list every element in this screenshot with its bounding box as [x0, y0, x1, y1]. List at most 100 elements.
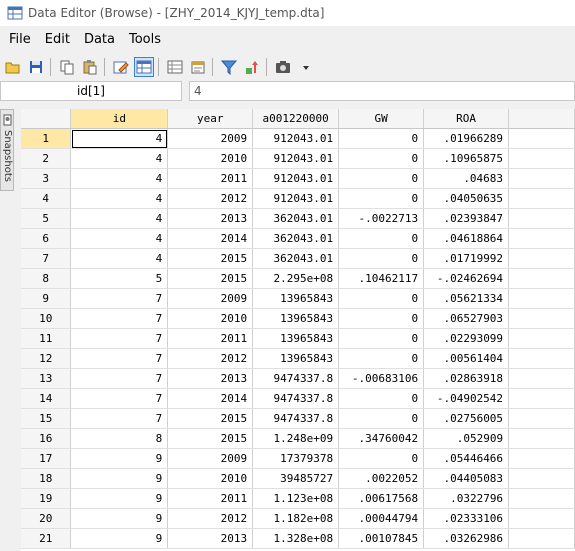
browse-mode-button[interactable] — [134, 57, 154, 77]
cell-a001220000[interactable]: 9474337.8 — [252, 368, 340, 389]
cell-value-field[interactable]: 4 — [189, 81, 575, 101]
cell-a001220000[interactable]: 1.328e+08 — [252, 528, 340, 549]
cell-a001220000[interactable]: 13965843 — [252, 288, 340, 309]
cell-id[interactable]: 4 — [70, 208, 169, 229]
row-number[interactable]: 2 — [21, 148, 72, 169]
row-number[interactable]: 18 — [21, 468, 72, 489]
cell-a001220000[interactable]: 362043.01 — [252, 248, 340, 269]
cell-id[interactable]: 9 — [70, 528, 169, 549]
edit-mode-button[interactable] — [111, 57, 131, 77]
cell-roa[interactable]: .01719992 — [423, 248, 510, 269]
cell-roa[interactable]: .02393847 — [423, 208, 510, 229]
cell-empty[interactable] — [508, 328, 575, 349]
row-number[interactable]: 5 — [21, 208, 72, 229]
cell-empty[interactable] — [508, 268, 575, 289]
row-number[interactable]: 4 — [21, 188, 72, 209]
cell-id[interactable]: 5 — [70, 268, 169, 289]
cell-roa[interactable]: .10965875 — [423, 148, 510, 169]
menu-tools[interactable]: Tools — [120, 32, 166, 47]
column-header-id[interactable]: id — [70, 109, 169, 129]
cell-roa[interactable]: .01966289 — [423, 128, 510, 149]
row-number[interactable]: 10 — [21, 308, 72, 329]
cell-id[interactable]: 9 — [70, 508, 169, 529]
cell-roa[interactable]: .04405083 — [423, 468, 510, 489]
cell-empty[interactable] — [508, 188, 575, 209]
row-number[interactable]: 8 — [21, 268, 72, 289]
row-number[interactable]: 14 — [21, 388, 72, 409]
cell-gw[interactable]: 0 — [338, 128, 425, 149]
cell-empty[interactable] — [508, 428, 575, 449]
cell-gw[interactable]: 0 — [338, 448, 425, 469]
column-header-empty[interactable] — [508, 109, 575, 129]
dropdown-arrow-button[interactable] — [296, 57, 316, 77]
cell-gw[interactable]: 0 — [338, 328, 425, 349]
row-number[interactable]: 19 — [21, 488, 72, 509]
cell-empty[interactable] — [508, 388, 575, 409]
column-header-year[interactable]: year — [167, 109, 254, 129]
row-number[interactable]: 1 — [21, 128, 72, 149]
cell-empty[interactable] — [508, 228, 575, 249]
snapshot-button[interactable] — [273, 57, 293, 77]
cell-empty[interactable] — [508, 168, 575, 189]
cell-year[interactable]: 2013 — [167, 208, 254, 229]
open-button[interactable] — [3, 57, 23, 77]
cell-gw[interactable]: 0 — [338, 288, 425, 309]
cell-year[interactable]: 2010 — [167, 308, 254, 329]
cell-year[interactable]: 2015 — [167, 248, 254, 269]
cell-roa[interactable]: .052909 — [423, 428, 510, 449]
cell-a001220000[interactable]: 39485727 — [252, 468, 340, 489]
cell-gw[interactable]: 0 — [338, 408, 425, 429]
cell-roa[interactable]: .0322796 — [423, 488, 510, 509]
cell-roa[interactable]: .02293099 — [423, 328, 510, 349]
cell-empty[interactable] — [508, 528, 575, 549]
cell-id[interactable]: 9 — [70, 488, 169, 509]
cell-gw[interactable]: .00107845 — [338, 528, 425, 549]
cell-empty[interactable] — [508, 468, 575, 489]
cell-year[interactable]: 2012 — [167, 508, 254, 529]
cell-a001220000[interactable]: 9474337.8 — [252, 388, 340, 409]
cell-id[interactable]: 7 — [70, 308, 169, 329]
cell-id[interactable]: 4 — [70, 168, 169, 189]
cell-empty[interactable] — [508, 148, 575, 169]
row-number[interactable]: 20 — [21, 508, 72, 529]
cell-reference-box[interactable]: id[1] — [0, 81, 182, 101]
cell-a001220000[interactable]: 2.295e+08 — [252, 268, 340, 289]
cell-year[interactable]: 2013 — [167, 528, 254, 549]
cell-empty[interactable] — [508, 368, 575, 389]
cell-year[interactable]: 2009 — [167, 288, 254, 309]
cell-year[interactable]: 2011 — [167, 488, 254, 509]
cell-roa[interactable]: .02756005 — [423, 408, 510, 429]
cell-a001220000[interactable]: 13965843 — [252, 348, 340, 369]
cell-gw[interactable]: 0 — [338, 228, 425, 249]
cell-empty[interactable] — [508, 408, 575, 429]
row-number[interactable]: 9 — [21, 288, 72, 309]
cell-year[interactable]: 2015 — [167, 268, 254, 289]
cell-id[interactable]: 9 — [70, 448, 169, 469]
filter-button[interactable] — [219, 57, 239, 77]
cell-year[interactable]: 2009 — [167, 128, 254, 149]
cell-id[interactable]: 4 — [70, 228, 169, 249]
column-header-roa[interactable]: ROA — [423, 109, 510, 129]
cell-roa[interactable]: .04050635 — [423, 188, 510, 209]
cell-a001220000[interactable]: 912043.01 — [252, 168, 340, 189]
cell-roa[interactable]: -.04902542 — [423, 388, 510, 409]
cell-roa[interactable]: .02333106 — [423, 508, 510, 529]
cell-empty[interactable] — [508, 128, 575, 149]
cell-roa[interactable]: .04683 — [423, 168, 510, 189]
cell-a001220000[interactable]: 912043.01 — [252, 128, 340, 149]
cell-year[interactable]: 2015 — [167, 428, 254, 449]
row-number[interactable]: 6 — [21, 228, 72, 249]
cell-year[interactable]: 2010 — [167, 468, 254, 489]
cell-gw[interactable]: -.00683106 — [338, 368, 425, 389]
cell-gw[interactable]: -.0022713 — [338, 208, 425, 229]
cell-id[interactable]: 7 — [70, 328, 169, 349]
cell-a001220000[interactable]: 9474337.8 — [252, 408, 340, 429]
row-number[interactable]: 13 — [21, 368, 72, 389]
cell-roa[interactable]: .03262986 — [423, 528, 510, 549]
cell-gw[interactable]: .00617568 — [338, 488, 425, 509]
cell-empty[interactable] — [508, 208, 575, 229]
properties-button[interactable] — [188, 57, 208, 77]
snapshots-tab[interactable]: Snapshots — [0, 109, 14, 191]
column-header-gw[interactable]: GW — [338, 109, 425, 129]
cell-a001220000[interactable]: 912043.01 — [252, 148, 340, 169]
